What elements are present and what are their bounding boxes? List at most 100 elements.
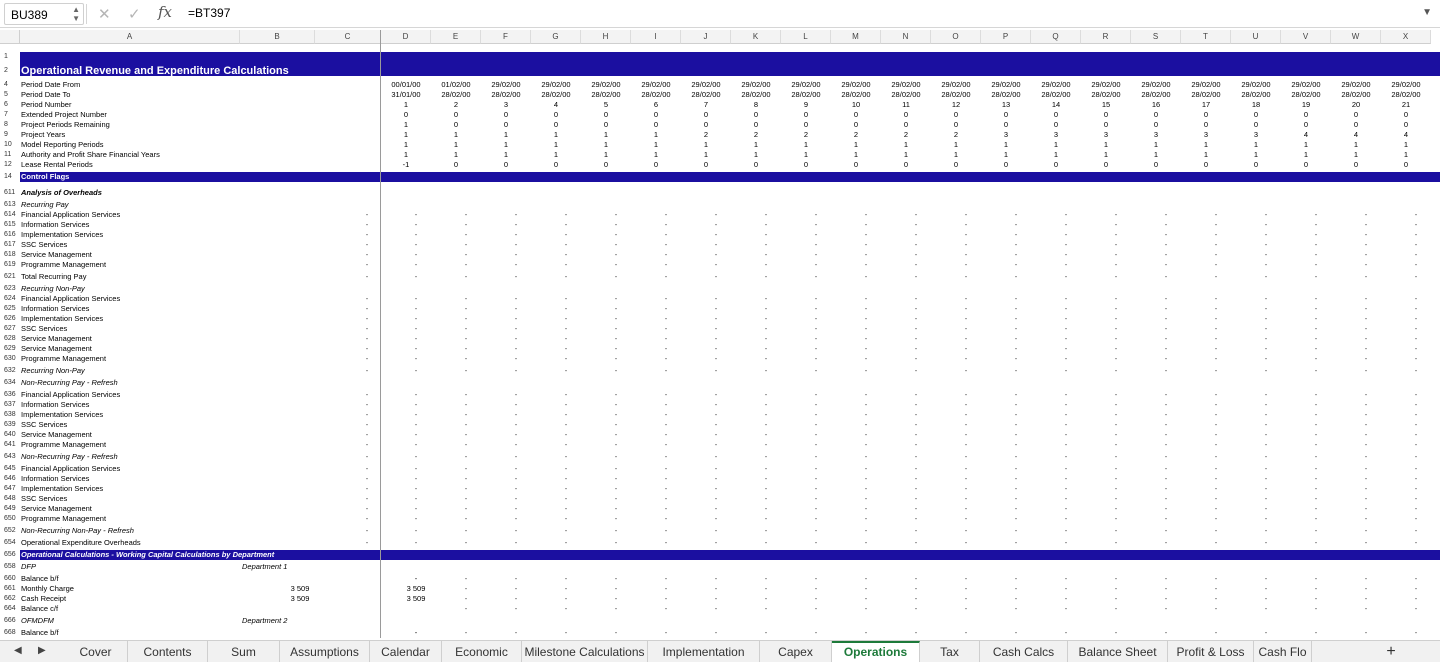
cell-dash[interactable]: - (1111, 494, 1121, 504)
cell-dash[interactable]: - (362, 272, 372, 282)
cell-dash[interactable]: - (911, 494, 921, 504)
row-label[interactable]: Programme Management (21, 514, 106, 524)
cell-dash[interactable]: - (1311, 304, 1321, 314)
cell-dash[interactable]: - (811, 230, 821, 240)
cell-dash[interactable]: - (761, 250, 771, 260)
cell-dash[interactable]: - (461, 240, 471, 250)
cell-dash[interactable]: - (661, 220, 671, 230)
cell-dash[interactable]: - (461, 504, 471, 514)
cell-dash[interactable]: - (461, 464, 471, 474)
row-number[interactable]: 616 (0, 230, 20, 240)
cell-dash[interactable]: - (611, 344, 621, 354)
cell-dash[interactable]: - (811, 594, 821, 604)
cell-value[interactable]: 29/02/00 (781, 80, 831, 90)
cell-dash[interactable]: - (1211, 464, 1221, 474)
cell-dash[interactable]: - (1311, 400, 1321, 410)
cell-dash[interactable]: - (611, 314, 621, 324)
sheet-tab-assumptions[interactable]: Assumptions (280, 641, 370, 662)
cell-dash[interactable]: - (561, 464, 571, 474)
cell-dash[interactable]: - (711, 604, 721, 614)
row-number[interactable]: 636 (0, 390, 20, 400)
cell-dash[interactable]: - (861, 344, 871, 354)
cell-dash[interactable]: - (1311, 390, 1321, 400)
cell-dash[interactable]: - (411, 464, 421, 474)
cell-value[interactable]: 0 (1331, 110, 1381, 120)
cell-value[interactable]: 1 (531, 140, 581, 150)
cell-value[interactable]: 0 (1081, 160, 1131, 170)
cell-dash[interactable]: - (861, 400, 871, 410)
cell-dash[interactable]: - (461, 260, 471, 270)
cell-dash[interactable]: - (911, 272, 921, 282)
cell-dash[interactable]: - (511, 594, 521, 604)
cell-dash[interactable]: - (561, 494, 571, 504)
cell-dash[interactable]: - (711, 344, 721, 354)
cell-dash[interactable]: - (661, 514, 671, 524)
cell-dash[interactable]: - (861, 452, 871, 462)
cell-dash[interactable]: - (1061, 574, 1071, 584)
cell-dash[interactable]: - (461, 220, 471, 230)
cell-dash[interactable]: - (661, 604, 671, 614)
row-number[interactable]: 654 (0, 538, 20, 548)
cell-dash[interactable]: - (961, 514, 971, 524)
column-header-n[interactable]: N (881, 30, 931, 44)
row-number[interactable]: 619 (0, 260, 20, 270)
cell-value[interactable]: 1 (481, 150, 531, 160)
row-label[interactable]: DFP (21, 562, 36, 572)
cell-value[interactable]: 29/02/00 (681, 80, 731, 90)
cell-value[interactable]: 3 509 (391, 594, 441, 604)
cell-value[interactable]: 9 (781, 100, 831, 110)
cell-dash[interactable]: - (961, 220, 971, 230)
cell-value[interactable]: 1 (531, 150, 581, 160)
cell-value[interactable]: 10 (831, 100, 881, 110)
cell-dash[interactable]: - (761, 484, 771, 494)
row-label[interactable]: Programme Management (21, 260, 106, 270)
cell-value[interactable]: 3 (1081, 130, 1131, 140)
cell-dash[interactable]: - (362, 538, 372, 548)
cell-value[interactable]: 0 (1231, 160, 1281, 170)
cell-dash[interactable]: - (511, 526, 521, 536)
cell-dash[interactable]: - (1311, 250, 1321, 260)
cell-dash[interactable]: - (911, 334, 921, 344)
cell-dash[interactable]: - (1411, 514, 1421, 524)
cell-dash[interactable]: - (1361, 584, 1371, 594)
cell-dash[interactable]: - (861, 272, 871, 282)
cell-dash[interactable]: - (1211, 344, 1221, 354)
cell-value[interactable]: 29/02/00 (831, 80, 881, 90)
cell-dash[interactable]: - (1061, 230, 1071, 240)
cell-dash[interactable]: - (1111, 344, 1121, 354)
cell-dash[interactable]: - (911, 440, 921, 450)
cell-dash[interactable]: - (1361, 294, 1371, 304)
cell-dash[interactable]: - (811, 210, 821, 220)
cell-dash[interactable]: - (1011, 410, 1021, 420)
cell-dash[interactable]: - (1261, 452, 1271, 462)
row-number[interactable]: 664 (0, 604, 20, 614)
cell-dash[interactable]: - (911, 250, 921, 260)
cell-dash[interactable]: - (811, 514, 821, 524)
cell-dash[interactable]: - (811, 452, 821, 462)
cell-dash[interactable]: - (511, 324, 521, 334)
cell-dash[interactable]: - (362, 344, 372, 354)
cell-dash[interactable]: - (1411, 440, 1421, 450)
cell-dash[interactable]: - (611, 334, 621, 344)
cell-value[interactable]: 1 (881, 150, 931, 160)
cell-dash[interactable]: - (461, 440, 471, 450)
cell-dash[interactable]: - (1111, 314, 1121, 324)
cell-dash[interactable]: - (661, 452, 671, 462)
cell-dash[interactable]: - (1161, 366, 1171, 376)
cell-dash[interactable]: - (661, 250, 671, 260)
row-number[interactable]: 666 (0, 616, 20, 626)
cell-dash[interactable]: - (961, 354, 971, 364)
cell-dash[interactable]: - (911, 304, 921, 314)
cell-dash[interactable]: - (661, 240, 671, 250)
cell-dash[interactable]: - (561, 324, 571, 334)
cell-dash[interactable]: - (1361, 390, 1371, 400)
cell-dash[interactable]: - (911, 574, 921, 584)
cell-dash[interactable]: - (911, 584, 921, 594)
cell-dash[interactable]: - (611, 410, 621, 420)
cell-dash[interactable]: - (661, 484, 671, 494)
cell-value[interactable]: 3 (981, 130, 1031, 140)
cell-value[interactable]: 2 (881, 130, 931, 140)
cell-value[interactable]: 4 (531, 100, 581, 110)
cell-value[interactable]: 3 509 (391, 584, 441, 594)
cell-dash[interactable]: - (1161, 538, 1171, 548)
